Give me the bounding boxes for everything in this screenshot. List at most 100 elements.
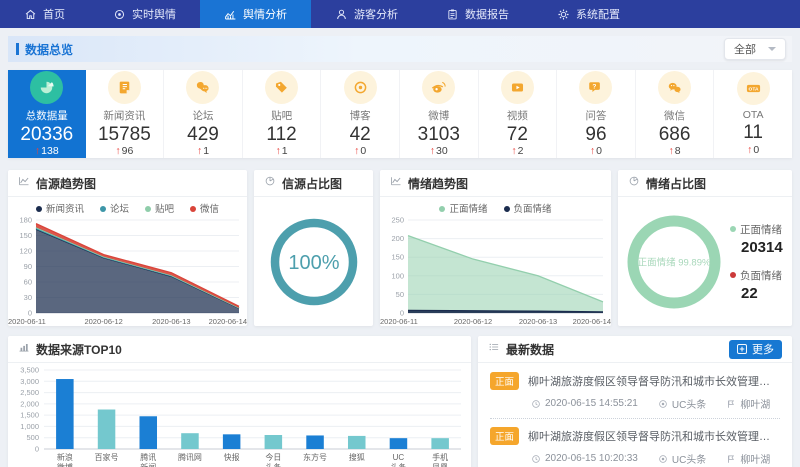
up-arrow-icon: ↑ (276, 145, 281, 157)
svg-text:2,500: 2,500 (20, 388, 39, 397)
nav-item-label: 游客分析 (354, 6, 398, 22)
svg-text:新闻: 新闻 (140, 462, 156, 467)
sentiment-badge: 正面 (490, 427, 519, 445)
stat-card-2[interactable]: 新闻资讯 15785 ↑96 (86, 70, 165, 158)
scope-filter-value: 全部 (734, 41, 756, 57)
nav-item-label: 系统配置 (576, 6, 620, 22)
legend-item[interactable]: 微信 (190, 201, 219, 215)
svg-text:2020-06-14: 2020-06-14 (209, 317, 247, 326)
latest-item-time: 2020-06-15 10:20:33 (531, 453, 638, 464)
more-button[interactable]: + 更多 (729, 340, 782, 359)
svg-text:2020-06-11: 2020-06-11 (8, 317, 46, 326)
latest-item-1[interactable]: 正面 柳叶湖旅游度假区领导督导防汛和城市长效管理工作 2020-06-15 14… (490, 364, 780, 419)
top10-bar-chart: 05001,0001,5002,0002,5003,0003,500新浪微博百家… (8, 363, 471, 467)
svg-text:3,500: 3,500 (20, 366, 39, 375)
svg-text:180: 180 (19, 216, 32, 225)
up-arrow-icon: ↑ (35, 145, 40, 157)
stat-value: 96 (585, 124, 606, 146)
stat-card-10[interactable]: OTA OTA 11 ↑0 (714, 70, 792, 158)
stat-card-8[interactable]: ? 问答 96 ↑0 (557, 70, 636, 158)
stat-card-5[interactable]: 博客 42 ↑0 (321, 70, 400, 158)
stat-delta: ↑0 (747, 144, 759, 156)
nav-item-5[interactable]: 数据报告 (422, 0, 533, 28)
svg-text:120: 120 (19, 247, 32, 256)
pie-icon (30, 71, 63, 104)
stat-card-7[interactable]: 视频 72 ↑2 (479, 70, 558, 158)
nav-item-label: 实时舆情 (132, 6, 176, 22)
clock-icon (531, 399, 545, 409)
nav-item-4[interactable]: 游客分析 (311, 0, 422, 28)
svg-text:150: 150 (19, 231, 32, 240)
up-arrow-icon: ↑ (197, 145, 202, 157)
svg-text:50: 50 (396, 290, 404, 299)
svg-text:快报: 快报 (224, 452, 240, 462)
up-arrow-icon: ↑ (354, 145, 359, 157)
stat-value: 112 (266, 124, 296, 146)
stat-label: 贴吧 (271, 108, 292, 123)
stat-delta: ↑1 (276, 145, 288, 157)
legend-item[interactable]: 论坛 (100, 201, 129, 215)
panel-sentiment-share: 情绪占比图 正面情绪 99.89% 正面情绪20314负面情绪22 (618, 170, 792, 326)
target-icon (113, 8, 126, 21)
plus-icon: + (737, 344, 747, 354)
stat-card-4[interactable]: 贴吧 112 ↑1 (243, 70, 322, 158)
legend-item[interactable]: 贴吧 (145, 201, 174, 215)
stat-card-6[interactable]: 微博 3103 ↑30 (400, 70, 479, 158)
source-icon (658, 454, 672, 464)
panel-sentiment-trend: 情绪趋势图 正面情绪负面情绪 0501001502002502020-06-11… (380, 170, 611, 326)
panel-source-share: 信源占比图 100% (254, 170, 373, 326)
svg-text:东方号: 东方号 (303, 452, 327, 462)
top-navbar: 首页 实时舆情 舆情分析 游客分析 数据报告 系统配置 (0, 0, 800, 28)
ota-icon: OTA (737, 72, 770, 105)
panel-source-share-title: 信源占比图 (282, 175, 342, 192)
stat-label: 视频 (507, 108, 528, 123)
stat-delta: ↑0 (590, 145, 602, 157)
up-arrow-icon: ↑ (590, 145, 595, 157)
up-arrow-icon: ↑ (430, 145, 435, 157)
nav-item-2[interactable]: 实时舆情 (89, 0, 200, 28)
svg-text:搜狐: 搜狐 (349, 452, 365, 462)
svg-text:1,500: 1,500 (20, 411, 39, 420)
sentiment-share-legend: 正面情绪20314负面情绪22 (730, 222, 792, 302)
svg-text:头条: 头条 (390, 462, 406, 467)
more-button-label: 更多 (752, 341, 774, 357)
svg-text:今日: 今日 (265, 452, 281, 462)
panel-sentiment-trend-header: 情绪趋势图 (380, 170, 611, 197)
svg-text:凤凰: 凤凰 (432, 463, 448, 467)
stat-card-3[interactable]: 论坛 429 ↑1 (164, 70, 243, 158)
svg-text:腾讯: 腾讯 (140, 452, 156, 462)
svg-text:百家号: 百家号 (95, 452, 119, 462)
home-icon (24, 8, 37, 21)
nav-item-3[interactable]: 舆情分析 (200, 0, 311, 28)
report-icon (446, 8, 459, 21)
stat-value: 429 (187, 124, 219, 146)
svg-text:100%: 100% (288, 252, 339, 274)
scope-filter-dropdown[interactable]: 全部 (724, 38, 786, 60)
legend-item[interactable]: 正面情绪 (439, 201, 487, 215)
nav-item-label: 数据报告 (465, 6, 509, 22)
weibo-icon (422, 71, 455, 104)
stat-card-1[interactable]: 总数据量 20336 ↑138 (8, 70, 86, 158)
stat-value: 20336 (20, 124, 73, 146)
latest-item-2[interactable]: 正面 柳叶湖旅游度假区领导督导防汛和城市长效管理工作 2020-06-15 10… (490, 419, 780, 467)
piechart-icon (264, 174, 276, 192)
forum-icon (186, 71, 219, 104)
page-title: 数据总览 (25, 41, 73, 58)
user-icon (335, 8, 348, 21)
svg-text:OTA: OTA (748, 87, 758, 93)
svg-text:60: 60 (24, 278, 32, 287)
svg-text:2020-06-13: 2020-06-13 (519, 317, 557, 326)
stat-card-9[interactable]: 微信 686 ↑8 (636, 70, 715, 158)
legend-item[interactable]: 负面情绪 (504, 201, 552, 215)
news-icon (108, 71, 141, 104)
svg-text:2020-06-12: 2020-06-12 (84, 317, 122, 326)
source-share-donut: 100% (254, 197, 373, 326)
panel-source-trend-header: 信源趋势图 (8, 170, 247, 197)
nav-item-1[interactable]: 首页 (0, 0, 89, 28)
sentiment-legend-item: 负面情绪22 (730, 268, 786, 302)
svg-text:500: 500 (26, 433, 39, 442)
legend-item[interactable]: 新闻资讯 (36, 201, 84, 215)
stat-delta: ↑138 (35, 145, 59, 157)
section-header: 数据总览 全部 (8, 36, 792, 62)
nav-item-6[interactable]: 系统配置 (533, 0, 644, 28)
